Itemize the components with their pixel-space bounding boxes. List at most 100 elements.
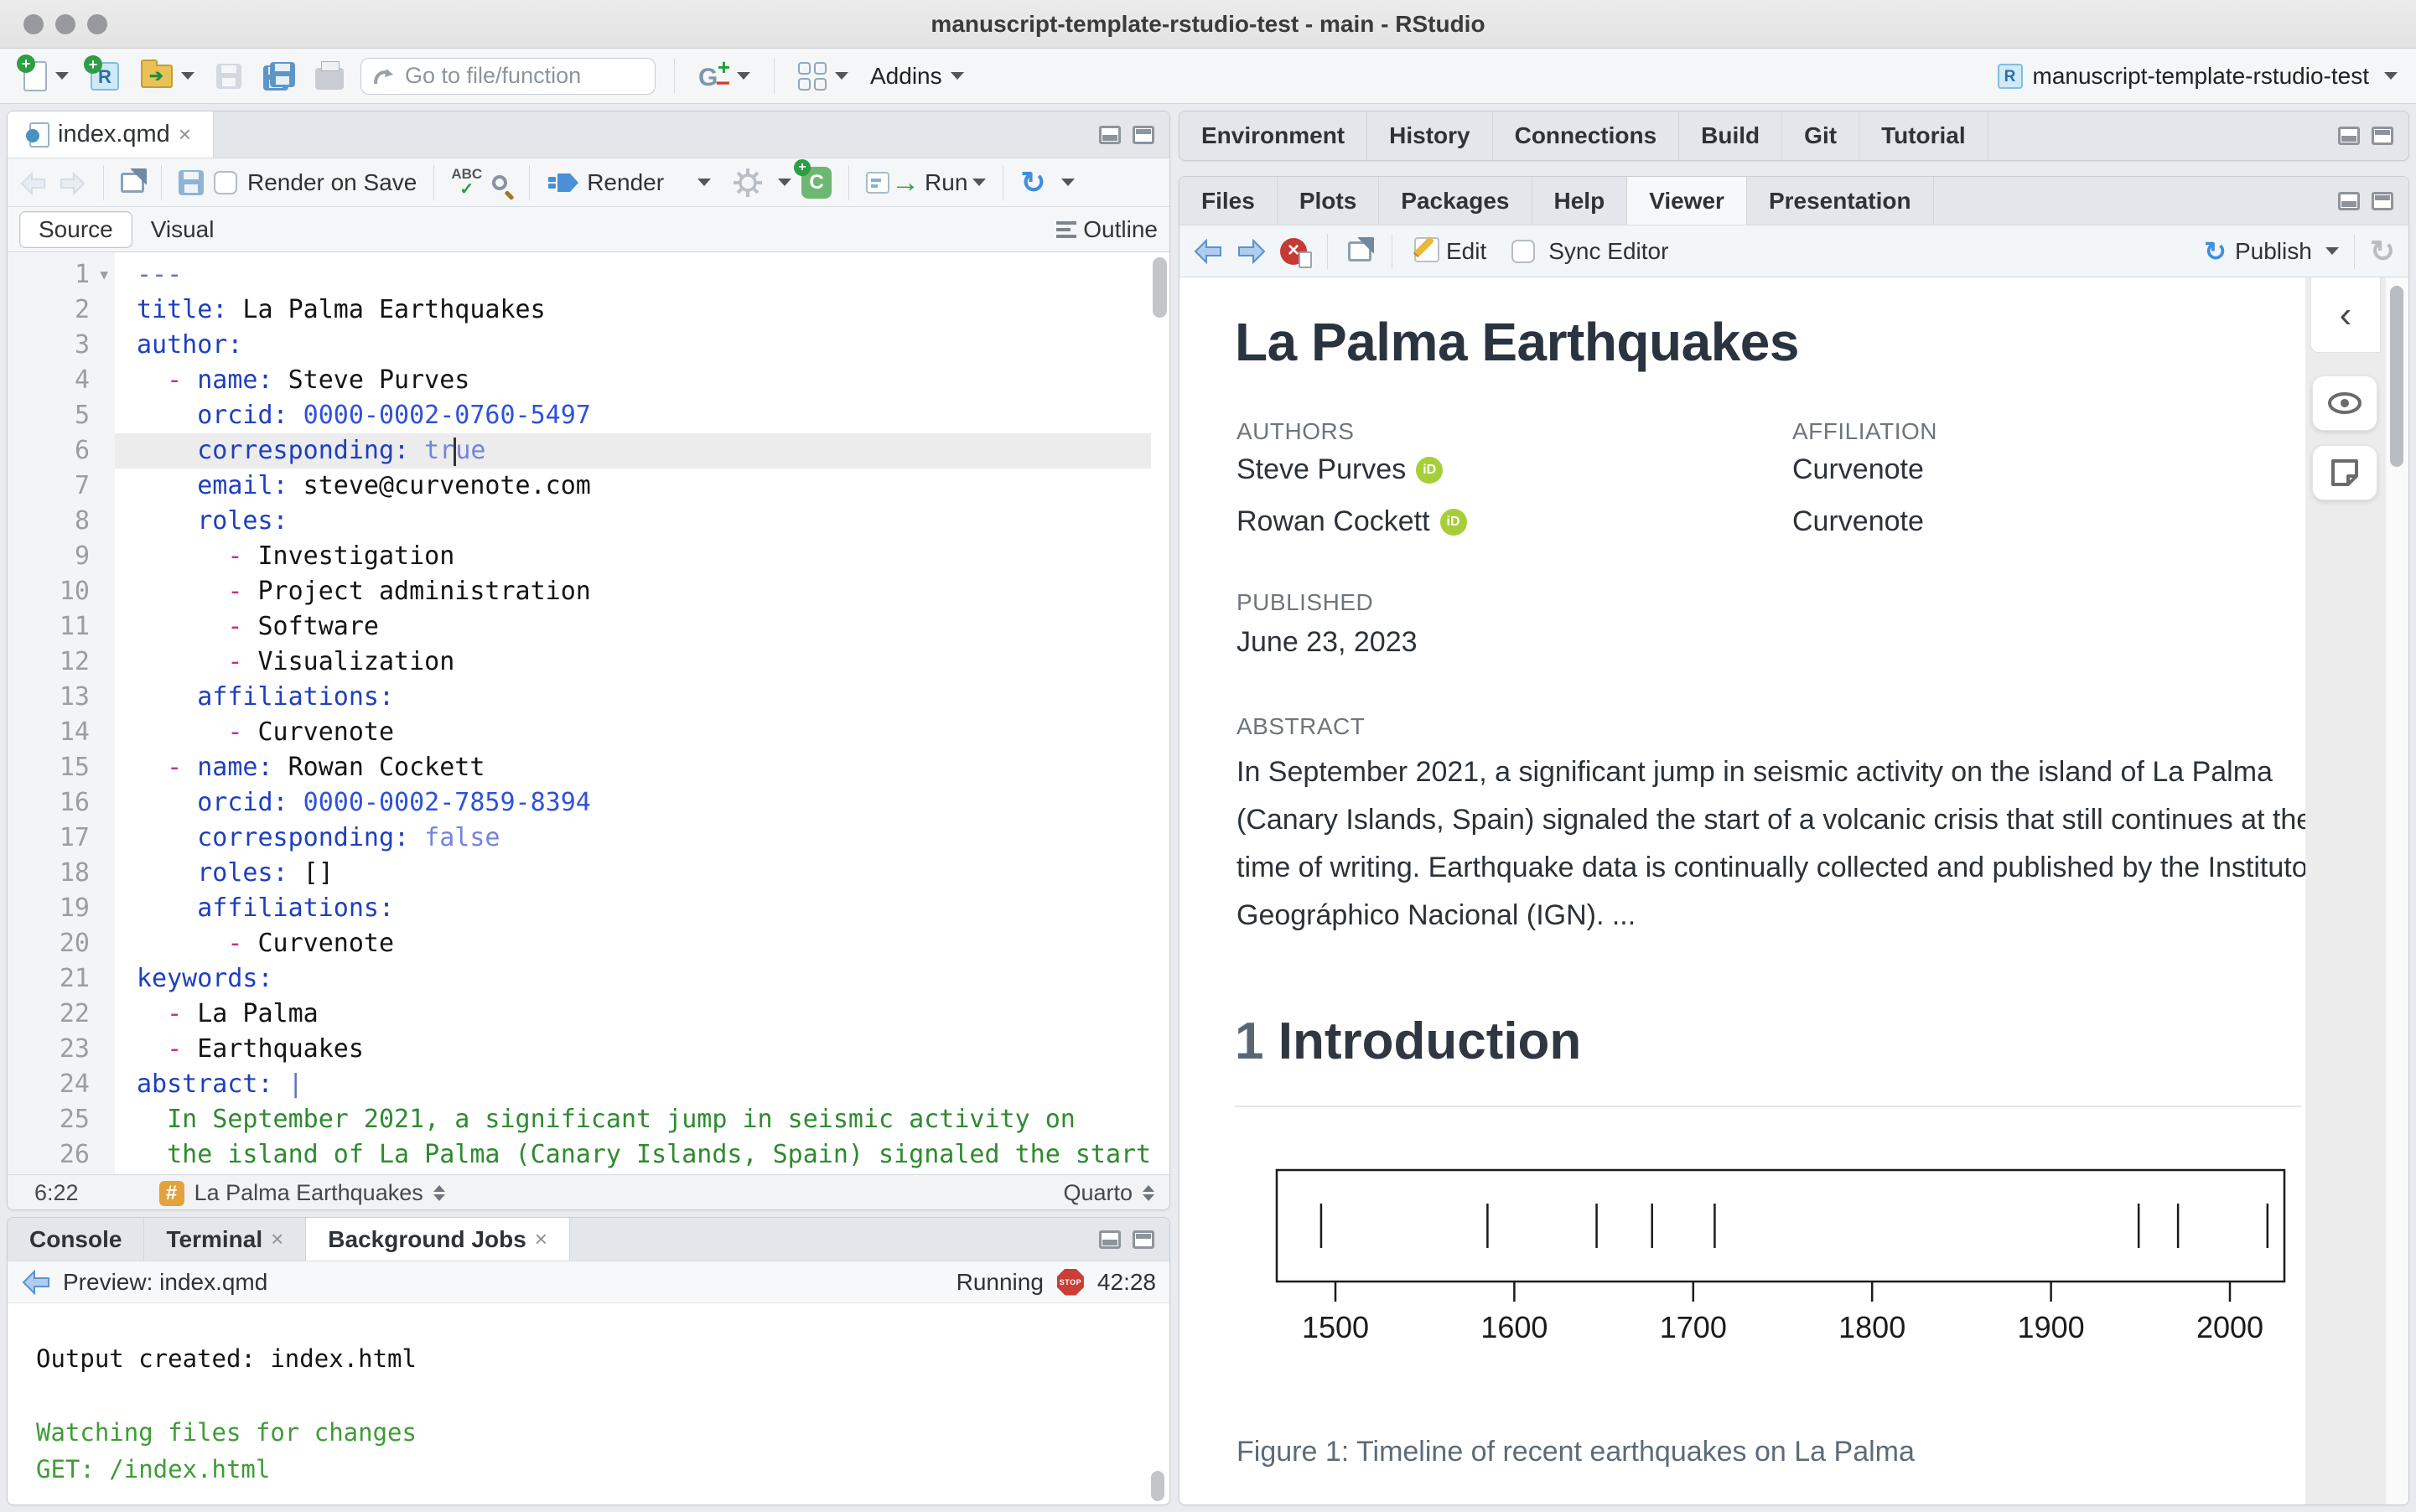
edit-button[interactable]: Edit	[1413, 236, 1486, 265]
back-button[interactable]	[19, 171, 48, 195]
maximize-pane-icon[interactable]	[2372, 191, 2393, 210]
code-line[interactable]: 7 email: steve@curvenote.com	[8, 469, 1151, 504]
file-type-menu[interactable]: Quarto	[1063, 1180, 1154, 1206]
insert-chunk-icon[interactable]: C +	[794, 158, 832, 199]
code-line[interactable]: 15 - name: Rowan Cockett	[8, 750, 1151, 785]
publish-button[interactable]: Publish	[2235, 238, 2312, 265]
code-line[interactable]: 12 - Visualization	[8, 645, 1151, 680]
run-button[interactable]: → Run	[866, 168, 987, 197]
code-line[interactable]: 18 roles: []	[8, 856, 1151, 891]
tab-index-qmd[interactable]: index.qmd ×	[8, 111, 214, 158]
goto-file-input[interactable]: Go to file/function	[360, 57, 656, 95]
code-line[interactable]: 13 affiliations:	[8, 680, 1151, 715]
chevron-down-icon[interactable]	[2325, 247, 2339, 255]
new-project-button[interactable]: R +	[84, 54, 124, 94]
viewer-forward-icon[interactable]	[1237, 238, 1267, 264]
code-line[interactable]: 20 - Curvenote	[8, 926, 1151, 961]
stop-job-icon[interactable]: STOP	[1056, 1268, 1084, 1296]
scrollbar-thumb[interactable]	[1151, 1471, 1164, 1501]
code-line[interactable]: 22 - La Palma	[8, 997, 1151, 1032]
code-line[interactable]: 1 ▼ ---	[8, 257, 1151, 293]
code-line[interactable]: 19 affiliations:	[8, 891, 1151, 926]
code-line[interactable]: 24 abstract: |	[8, 1067, 1151, 1102]
fold-arrow-icon[interactable]: ▼	[100, 257, 108, 293]
refresh-icon[interactable]: ↻	[2370, 234, 2395, 269]
close-icon[interactable]: ×	[179, 122, 191, 148]
section-jump-menu[interactable]: # La Palma Earthquakes	[158, 1180, 445, 1206]
annotation-button[interactable]	[2312, 445, 2377, 500]
close-icon[interactable]: ×	[535, 1226, 547, 1252]
code-line[interactable]: 26 the island of La Palma (Canary Island…	[8, 1137, 1151, 1173]
orcid-icon[interactable]: iD	[1416, 456, 1444, 484]
tab-tutorial[interactable]: Tutorial	[1859, 111, 1988, 160]
code-line[interactable]: 8 roles:	[8, 504, 1151, 539]
search-icon[interactable]	[492, 174, 508, 190]
console-output[interactable]: Output created: index.html Watching files…	[8, 1303, 1169, 1504]
project-menu[interactable]: R manuscript-template-rstudio-test	[1997, 63, 2398, 90]
code-line[interactable]: 5 orcid: 0000-0002-0760-5497	[8, 398, 1151, 433]
tab-background-jobs[interactable]: Background Jobs ×	[306, 1218, 570, 1261]
maximize-pane-icon[interactable]	[2372, 127, 2393, 145]
forward-button[interactable]	[58, 171, 86, 195]
tab-console[interactable]: Console	[8, 1218, 145, 1261]
code-editor[interactable]: 1 ▼ --- 2 title: La Palma Earthquakes 3 author…	[8, 252, 1169, 1174]
tab-packages[interactable]: Packages	[1379, 177, 1532, 225]
tab-terminal[interactable]: Terminal ×	[144, 1218, 307, 1261]
version-control-button[interactable]: G + −	[693, 56, 755, 96]
chevron-down-icon[interactable]	[778, 179, 792, 186]
render-on-save-checkbox[interactable]	[214, 170, 237, 194]
save-button[interactable]	[211, 60, 246, 92]
tab-connections[interactable]: Connections	[1493, 111, 1680, 160]
print-button[interactable]	[310, 60, 349, 93]
visibility-button[interactable]	[2312, 375, 2377, 431]
tab-build[interactable]: Build	[1679, 111, 1783, 160]
minimize-pane-icon[interactable]	[2338, 191, 2360, 210]
code-line[interactable]: 3 author:	[8, 328, 1151, 363]
tab-help[interactable]: Help	[1532, 177, 1628, 225]
code-line[interactable]: 4 - name: Steve Purves	[8, 363, 1151, 398]
code-line[interactable]: 10 - Project administration	[8, 574, 1151, 609]
tab-visual[interactable]: Visual	[132, 212, 233, 247]
save-all-button[interactable]	[258, 59, 298, 94]
orcid-icon[interactable]: iD	[1439, 508, 1467, 536]
code-line[interactable]: 14 - Curvenote	[8, 715, 1151, 750]
viewer-scrollbar[interactable]	[2386, 277, 2408, 1504]
minimize-pane-icon[interactable]	[1099, 125, 1121, 144]
popout-icon[interactable]	[1348, 236, 1374, 261]
save-document-icon[interactable]	[179, 169, 204, 195]
editor-scrollbar[interactable]	[1153, 256, 1167, 1171]
back-icon[interactable]	[21, 1269, 51, 1295]
open-file-button[interactable]: ➔	[136, 59, 200, 91]
collapse-panel-button[interactable]: ‹	[2310, 277, 2381, 353]
maximize-pane-icon[interactable]	[1133, 1230, 1154, 1249]
tab-source[interactable]: Source	[19, 210, 132, 248]
code-line[interactable]: 11 - Software	[8, 609, 1151, 645]
tab-git[interactable]: Git	[1782, 111, 1860, 160]
minimize-pane-icon[interactable]	[1099, 1230, 1121, 1249]
close-icon[interactable]: ×	[271, 1226, 283, 1252]
scrollbar-thumb[interactable]	[2390, 286, 2403, 467]
code-line[interactable]: 23 - Earthquakes	[8, 1032, 1151, 1067]
tab-files[interactable]: Files	[1179, 177, 1278, 225]
addins-menu[interactable]: Addins	[865, 60, 969, 93]
pane-layout-button[interactable]	[793, 59, 853, 94]
outline-button[interactable]: Outline	[1056, 216, 1158, 243]
code-line[interactable]: 9 - Investigation	[8, 539, 1151, 574]
code-line[interactable]: 2 title: La Palma Earthquakes	[8, 293, 1151, 328]
maximize-pane-icon[interactable]	[1133, 125, 1154, 144]
rerun-icon[interactable]: ↻	[1020, 165, 1045, 200]
clear-viewer-icon[interactable]: ×	[1280, 237, 1312, 268]
chevron-down-icon[interactable]	[697, 179, 712, 186]
gear-icon[interactable]	[733, 168, 763, 198]
code-line[interactable]: 16 orcid: 0000-0002-7859-8394	[8, 785, 1151, 821]
code-line[interactable]: 17 corresponding: false	[8, 821, 1151, 856]
code-line[interactable]: 6 corresponding: true	[8, 433, 1151, 469]
tab-environment[interactable]: Environment	[1179, 111, 1368, 160]
chevron-down-icon[interactable]	[1060, 179, 1075, 186]
tab-plots[interactable]: Plots	[1278, 177, 1380, 225]
tab-presentation[interactable]: Presentation	[1747, 177, 1934, 225]
sync-editor-checkbox[interactable]	[1511, 239, 1536, 263]
spellcheck-icon[interactable]: ABC ✓	[451, 167, 482, 198]
popout-icon[interactable]	[121, 168, 147, 193]
new-file-button[interactable]: +	[17, 54, 74, 95]
